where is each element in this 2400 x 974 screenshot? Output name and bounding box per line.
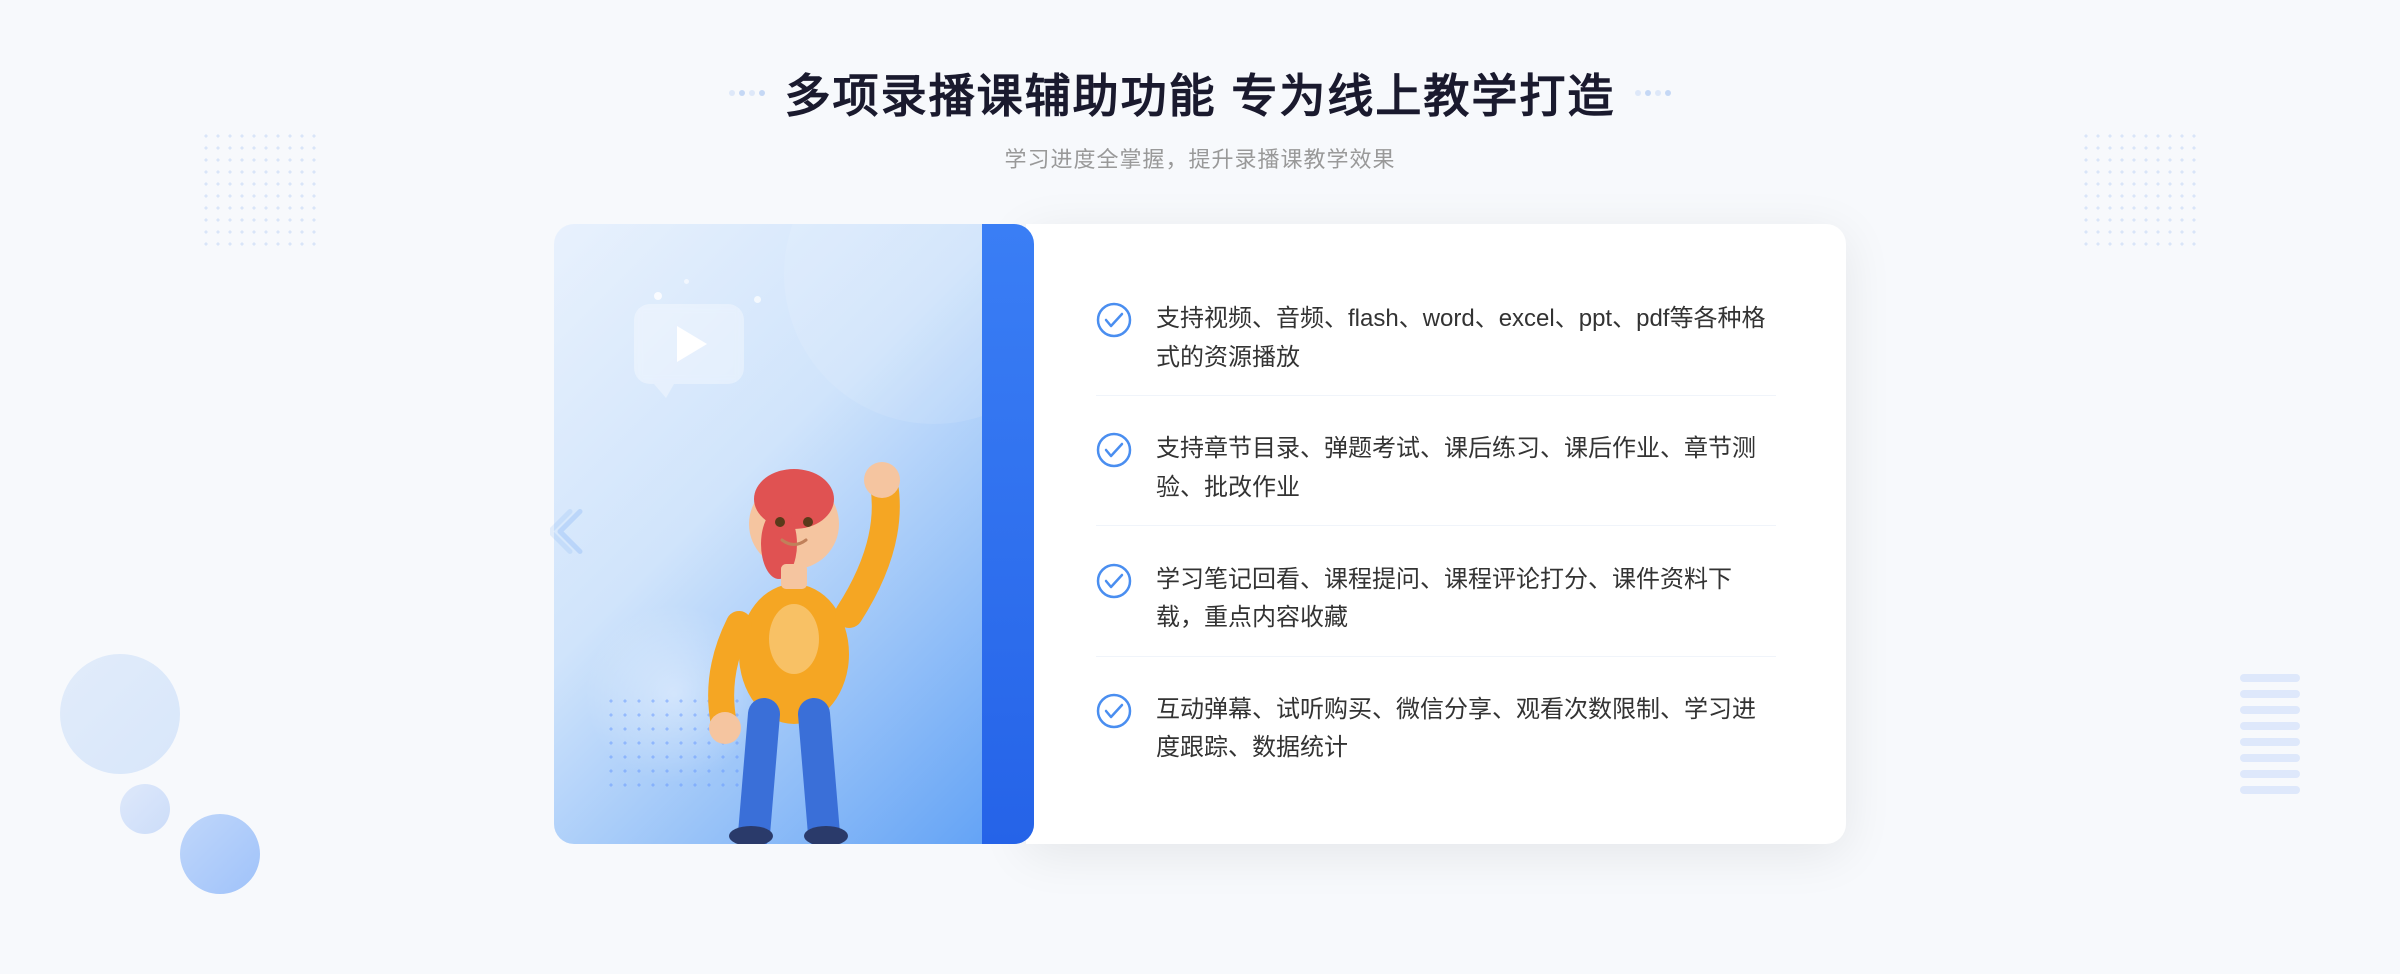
- feature-item-1: 支持视频、音频、flash、word、excel、ppt、pdf等各种格式的资源…: [1096, 282, 1776, 396]
- sparkle-3: [754, 296, 761, 303]
- dot-4: [759, 90, 765, 96]
- stripe-decoration: [2240, 674, 2300, 794]
- stripe-line-5: [2240, 738, 2300, 746]
- person-illustration: [654, 344, 934, 844]
- features-panel: 支持视频、音频、flash、word、excel、ppt、pdf等各种格式的资源…: [1026, 224, 1846, 844]
- feature-text-4: 互动弹幕、试听购买、微信分享、观看次数限制、学习进度跟踪、数据统计: [1156, 691, 1776, 768]
- stripe-line-7: [2240, 770, 2300, 778]
- dot-3: [749, 90, 755, 96]
- feature-text-3: 学习笔记回看、课程提问、课程评论打分、课件资料下载，重点内容收藏: [1156, 561, 1776, 638]
- title-decoration-right: [1635, 90, 1671, 96]
- stripe-line-8: [2240, 786, 2300, 794]
- blue-bar: [982, 224, 1034, 844]
- content-area: 支持视频、音频、flash、word、excel、ppt、pdf等各种格式的资源…: [500, 224, 1900, 844]
- dot-pattern-left: [200, 130, 320, 250]
- blue-semicircle-deco: [60, 654, 180, 774]
- dot-1: [729, 90, 735, 96]
- dot-2: [739, 90, 745, 96]
- stripe-line-2: [2240, 690, 2300, 698]
- deco-circle-large: [180, 814, 260, 894]
- stripe-line-4: [2240, 722, 2300, 730]
- dot-5: [1635, 90, 1641, 96]
- feature-text-1: 支持视频、音频、flash、word、excel、ppt、pdf等各种格式的资源…: [1156, 300, 1776, 377]
- feature-item-2: 支持章节目录、弹题考试、课后练习、课后作业、章节测验、批改作业: [1096, 412, 1776, 526]
- title-row: 多项录播课辅助功能 专为线上教学打造: [729, 60, 1672, 126]
- title-decoration-left: [729, 90, 765, 96]
- dot-pattern-right: [2080, 130, 2200, 250]
- check-icon-1: [1096, 302, 1132, 338]
- sparkle-1: [654, 292, 662, 300]
- dot-6: [1645, 90, 1651, 96]
- feature-text-2: 支持章节目录、弹题考试、课后练习、课后作业、章节测验、批改作业: [1156, 430, 1776, 507]
- check-icon-3: [1096, 563, 1132, 599]
- dot-8: [1665, 90, 1671, 96]
- main-title: 多项录播课辅助功能 专为线上教学打造: [785, 60, 1616, 126]
- chevron-decoration: [550, 507, 590, 562]
- stripe-line-3: [2240, 706, 2300, 714]
- stripe-line-1: [2240, 674, 2300, 682]
- check-icon-4: [1096, 693, 1132, 729]
- header-section: 多项录播课辅助功能 专为线上教学打造 学习进度全掌握，提升录播课教学效果: [729, 60, 1672, 174]
- page-container: 多项录播课辅助功能 专为线上教学打造 学习进度全掌握，提升录播课教学效果: [0, 0, 2400, 974]
- check-icon-2: [1096, 432, 1132, 468]
- deco-circle-small: [120, 784, 170, 834]
- sparkle-2: [684, 279, 689, 284]
- dot-7: [1655, 90, 1661, 96]
- subtitle: 学习进度全掌握，提升录播课教学效果: [729, 142, 1672, 174]
- stripe-line-6: [2240, 754, 2300, 762]
- feature-item-4: 互动弹幕、试听购买、微信分享、观看次数限制、学习进度跟踪、数据统计: [1096, 673, 1776, 786]
- illustration-card: [554, 224, 1034, 844]
- feature-item-3: 学习笔记回看、课程提问、课程评论打分、课件资料下载，重点内容收藏: [1096, 543, 1776, 657]
